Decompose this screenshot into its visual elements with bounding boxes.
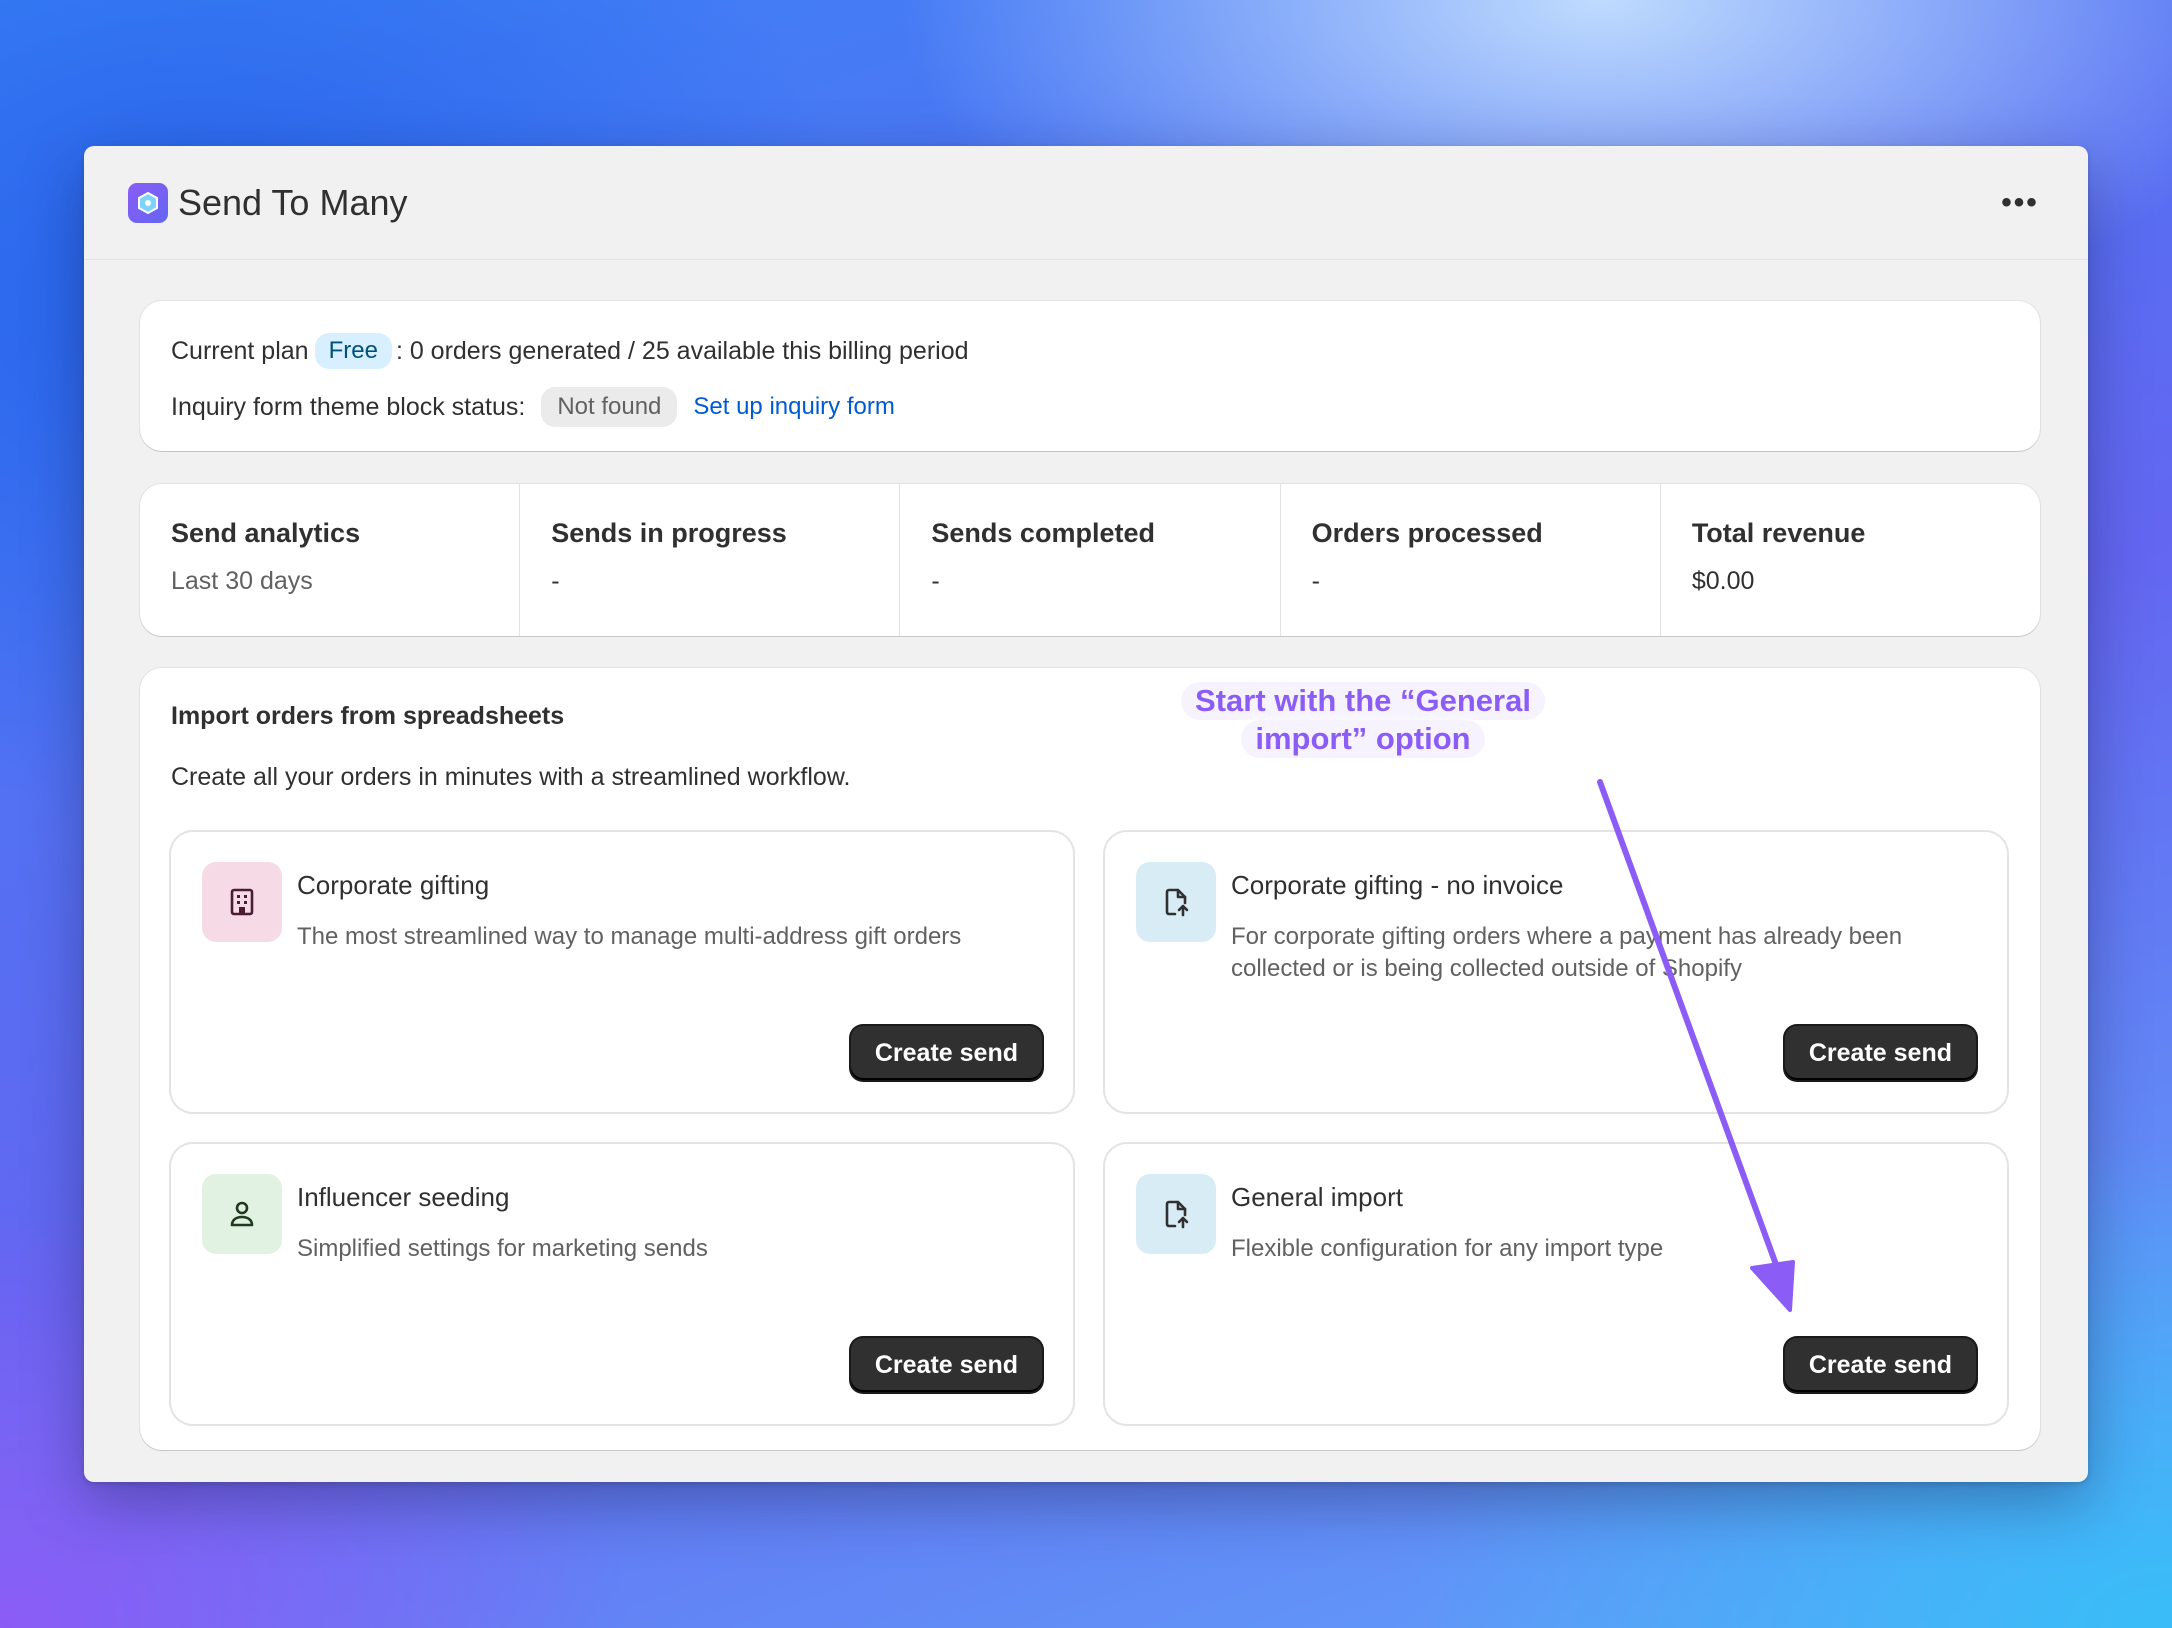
annotation-line-2: import” option — [1241, 720, 1485, 758]
stat-orders-processed: Orders processed - — [1281, 484, 1661, 636]
file-upload-icon — [1136, 862, 1216, 942]
annotation-callout: Start with the “General import” option — [1168, 682, 1558, 758]
stat-title: Total revenue — [1691, 518, 1866, 548]
plan-badge: Free — [314, 333, 392, 369]
option-description: For corporate gifting orders where a pay… — [1231, 923, 1903, 982]
plan-card: Current plan Free : 0 orders generated /… — [140, 301, 2040, 451]
app-logo-icon — [128, 182, 168, 223]
option-title: Corporate gifting - no invoice — [1231, 870, 1564, 900]
option-description: Flexible configuration for any import ty… — [1231, 1235, 1664, 1262]
inquiry-line: Inquiry form theme block status: Not fou… — [171, 385, 2009, 429]
stat-title: Send analytics — [171, 518, 361, 548]
stat-title: Sends completed — [931, 518, 1155, 548]
option-title: Corporate gifting — [297, 870, 490, 900]
import-title: Import orders from spreadsheets — [171, 702, 565, 730]
stat-title: Orders processed — [1311, 518, 1543, 548]
title-bar: Send To Many ••• — [84, 146, 2088, 260]
analytics-card: Send analytics Last 30 days Sends in pro… — [140, 484, 2040, 636]
stat-sends-completed: Sends completed - — [900, 484, 1281, 636]
create-send-button[interactable]: Create send — [850, 1338, 1042, 1392]
stat-value: - — [1311, 567, 1320, 595]
stat-sends-in-progress: Sends in progress - — [520, 484, 901, 636]
import-description: Create all your orders in minutes with a… — [171, 763, 851, 791]
create-send-button[interactable]: Create send — [1784, 1026, 1976, 1080]
import-card: Import orders from spreadsheets Create a… — [140, 668, 2040, 1450]
option-description: Simplified settings for marketing sends — [297, 1235, 708, 1262]
more-actions-button[interactable]: ••• — [1996, 179, 2044, 227]
building-icon — [202, 862, 282, 942]
option-corporate-gifting: Corporate gifting The most streamlined w… — [171, 832, 1073, 1112]
current-plan-label: Current plan — [171, 336, 309, 365]
option-title: General import — [1231, 1182, 1403, 1212]
stat-total-revenue: Total revenue $0.00 — [1661, 484, 2040, 636]
stat-value: - — [931, 567, 940, 595]
create-send-button[interactable]: Create send — [850, 1026, 1042, 1080]
setup-inquiry-link[interactable]: Set up inquiry form — [693, 393, 894, 421]
plan-usage-text: : 0 orders generated / 25 available this… — [395, 336, 969, 365]
option-general-import: General import Flexible configuration fo… — [1105, 1144, 2007, 1424]
stat-send-analytics: Send analytics Last 30 days — [140, 484, 521, 636]
inquiry-status-badge: Not found — [541, 387, 678, 427]
stat-value: Last 30 days — [171, 567, 313, 595]
app-window: Send To Many ••• Current plan Free : 0 o… — [84, 146, 2088, 1482]
stat-value: $0.00 — [1691, 567, 1755, 595]
file-upload-icon — [1136, 1174, 1216, 1254]
stat-value: - — [551, 567, 560, 595]
app-title: Send To Many — [178, 181, 408, 223]
stat-title: Sends in progress — [551, 518, 787, 548]
plan-line: Current plan Free : 0 orders generated /… — [171, 329, 2009, 373]
option-title: Influencer seeding — [297, 1182, 510, 1212]
inquiry-label: Inquiry form theme block status: — [171, 392, 526, 421]
option-influencer-seeding: Influencer seeding Simplified settings f… — [171, 1144, 1073, 1424]
option-corporate-gifting-no-invoice: Corporate gifting - no invoice For corpo… — [1105, 832, 2007, 1112]
option-description: The most streamlined way to manage multi… — [297, 923, 962, 950]
person-icon — [202, 1174, 282, 1254]
create-send-button[interactable]: Create send — [1784, 1338, 1976, 1392]
annotation-line-1: Start with the “General — [1181, 682, 1545, 720]
